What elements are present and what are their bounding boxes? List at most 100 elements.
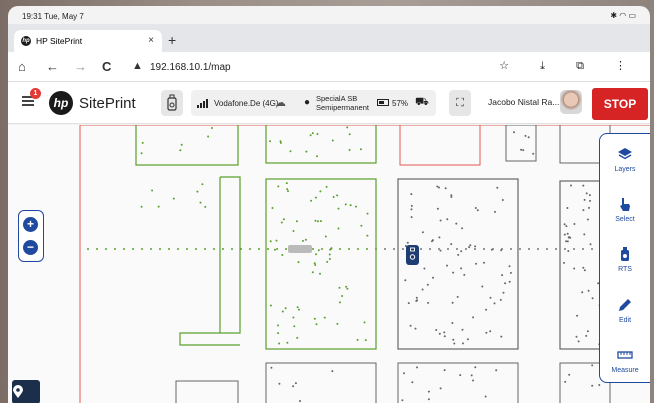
layout-point: [323, 316, 326, 319]
tab-close-button[interactable]: ×: [148, 35, 154, 46]
home-button[interactable]: ⌂: [18, 59, 26, 74]
layout-point: [470, 374, 473, 377]
guide-point: [564, 248, 566, 250]
layout-point: [363, 321, 366, 324]
layout-point: [282, 218, 285, 221]
layout-point: [474, 366, 477, 369]
layout-point: [305, 150, 308, 153]
layout-point: [586, 330, 589, 333]
layout-point: [508, 280, 511, 283]
boundary-line: [79, 125, 650, 403]
layout-point: [302, 239, 304, 242]
zoom-out-button[interactable]: −: [23, 240, 38, 255]
layout-point: [527, 136, 530, 139]
layout-point: [344, 203, 347, 206]
layout-points: [87, 126, 606, 402]
layout-point: [591, 297, 594, 300]
browser-tab[interactable]: hp HP SitePrint ×: [14, 30, 162, 52]
tab-title: HP SitePrint: [36, 36, 83, 46]
robot-position-marker[interactable]: [406, 245, 419, 265]
stop-button[interactable]: STOP: [592, 88, 648, 120]
avatar[interactable]: [560, 90, 582, 114]
layout-point: [443, 335, 446, 338]
layout-point: [451, 322, 454, 324]
layout-point: [524, 134, 527, 137]
layout-point: [315, 323, 318, 326]
browser-actions[interactable]: ☆ ⤓ ⧉ ⋮: [499, 59, 640, 73]
guide-point: [573, 248, 575, 250]
layout-point: [292, 385, 295, 388]
guide-point: [267, 248, 269, 250]
layout-point: [336, 322, 339, 325]
layout-point: [481, 285, 484, 288]
layout-point: [461, 328, 464, 331]
layout-point: [325, 185, 328, 188]
tool-panel: Layers Select RTS Edit Measure: [599, 133, 650, 383]
layout-point: [180, 143, 183, 146]
layout-point: [565, 225, 568, 228]
forward-button[interactable]: →: [74, 59, 87, 74]
layout-point: [427, 390, 430, 393]
measure-tool[interactable]: Measure: [600, 347, 650, 374]
guide-point: [258, 248, 260, 250]
url-field[interactable]: 192.168.10.1/map: [150, 62, 231, 73]
guide-point: [87, 248, 89, 250]
layout-point: [341, 295, 344, 297]
layout-point: [404, 279, 407, 282]
layout-point: [313, 262, 316, 265]
back-button[interactable]: ←: [46, 59, 59, 74]
guide-point: [348, 248, 350, 250]
layout-point: [309, 134, 312, 137]
locate-button[interactable]: [12, 380, 40, 403]
layout-point: [427, 301, 430, 304]
layout-point: [269, 304, 272, 307]
layout-point: [416, 299, 418, 302]
layout-point: [485, 308, 488, 311]
layout-point: [331, 370, 334, 373]
layout-point: [591, 364, 594, 367]
reload-button[interactable]: C: [102, 59, 111, 74]
guide-point: [168, 248, 170, 250]
layout-point: [443, 331, 446, 334]
guide-point: [447, 248, 449, 250]
rts-tool[interactable]: RTS: [600, 246, 650, 273]
layout-point: [273, 248, 276, 251]
guide-point: [519, 248, 521, 250]
layout-point: [583, 269, 586, 272]
guide-point: [240, 248, 242, 250]
robot-status-button[interactable]: [161, 90, 183, 116]
layout-point: [474, 245, 477, 248]
layout-point: [567, 250, 570, 252]
layout-point: [475, 262, 478, 265]
rts-label: RTS: [618, 266, 632, 273]
layout-point: [278, 342, 281, 345]
guide-point: [357, 248, 359, 250]
layout-point: [436, 185, 439, 188]
block-gray: [265, 362, 377, 403]
select-tool[interactable]: Select: [600, 196, 650, 223]
layout-point: [426, 283, 429, 286]
layers-tool[interactable]: Layers: [600, 146, 650, 173]
layout-point: [356, 338, 359, 341]
layout-point: [570, 184, 572, 187]
layout-point: [337, 227, 340, 230]
floor-plan-map[interactable]: + −: [8, 125, 650, 403]
new-tab-button[interactable]: +: [168, 32, 176, 48]
guide-point: [204, 248, 206, 250]
user-name[interactable]: Jacobo Nistal Ra...: [488, 97, 559, 107]
zoom-control: + −: [18, 210, 44, 262]
zoom-in-button[interactable]: +: [23, 217, 38, 232]
layout-point: [582, 266, 585, 269]
guide-point: [177, 248, 179, 250]
edit-tool[interactable]: Edit: [600, 297, 650, 324]
layout-point: [311, 132, 314, 135]
layout-point: [453, 342, 456, 345]
fit-view-button[interactable]: ⛶: [449, 90, 471, 116]
not-secure-warning-icon[interactable]: ▲: [132, 60, 143, 72]
guide-point: [492, 248, 494, 250]
layout-point: [294, 382, 297, 385]
layout-point: [432, 276, 434, 279]
layout-point: [204, 205, 207, 208]
layout-point: [566, 240, 569, 243]
device-status-bar[interactable]: Vodafone.De (4G) ☁ ● SpecialA SB Semiper…: [191, 90, 436, 116]
